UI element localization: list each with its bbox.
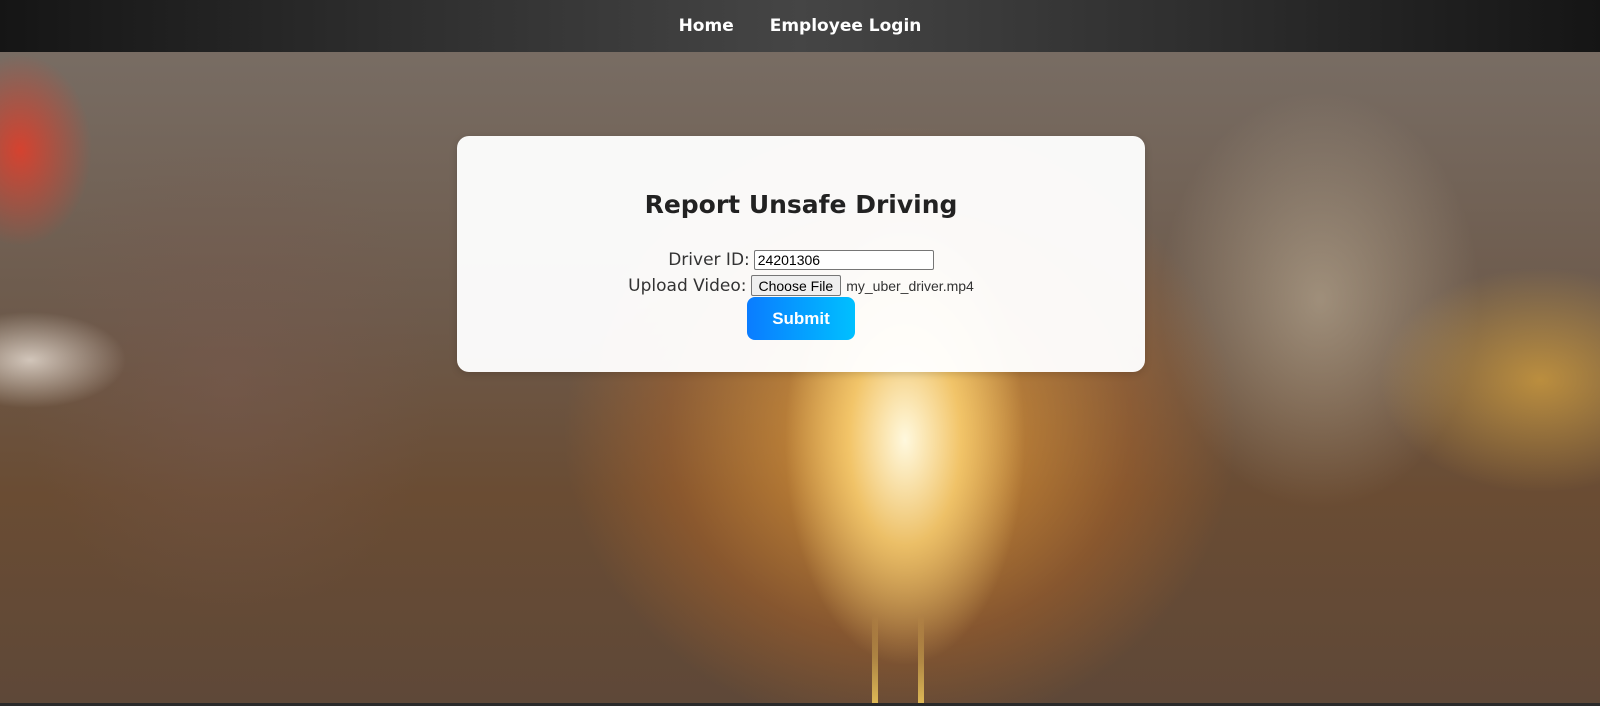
selected-file-name: my_uber_driver.mp4 xyxy=(846,277,974,294)
choose-file-button[interactable]: Choose File xyxy=(750,275,842,296)
nav-employee-login-link[interactable]: Employee Login xyxy=(770,16,922,36)
driver-id-label: Driver ID: xyxy=(668,250,750,270)
driver-id-input[interactable] xyxy=(753,250,934,270)
upload-video-label: Upload Video: xyxy=(628,275,747,296)
nav-home-link[interactable]: Home xyxy=(679,16,734,36)
top-navbar: Home Employee Login xyxy=(0,0,1600,52)
driver-id-row: Driver ID: xyxy=(457,250,1145,270)
page-background: Home Employee Login Report Unsafe Drivin… xyxy=(0,0,1600,706)
road-marking xyxy=(872,616,878,706)
upload-video-row: Upload Video: Choose File my_uber_driver… xyxy=(457,275,1145,296)
report-form-card: Report Unsafe Driving Driver ID: Upload … xyxy=(457,136,1145,372)
form-title: Report Unsafe Driving xyxy=(644,190,958,219)
road-marking xyxy=(918,616,924,706)
submit-button[interactable]: Submit xyxy=(747,297,855,340)
